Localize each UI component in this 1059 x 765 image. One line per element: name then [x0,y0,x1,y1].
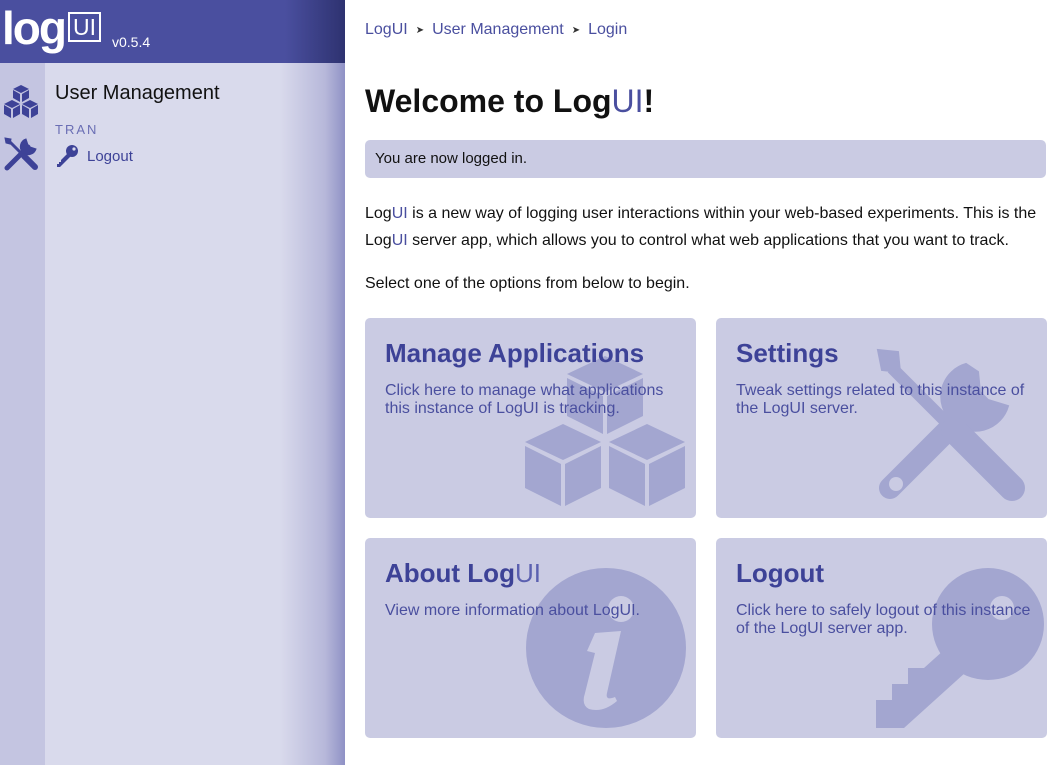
intro-log: Log [365,205,392,222]
tools-icon [876,348,1025,501]
card-description: View more information about LogUI. [385,602,640,619]
intro-ui: UI [391,232,408,249]
about-card[interactable]: About LogUI View more information about … [365,538,696,738]
sidebar: log UI v0.5.4 User Management TRAN Logou… [0,0,345,765]
intro-text: LogUI is a new way of logging user inter… [365,200,1046,254]
card-title: About LogUI [385,558,541,589]
nav-section-title: User Management [55,82,220,104]
card-title-log: About Log [385,558,515,588]
card-title: Logout [736,558,825,588]
intro-ui: UI [391,205,408,222]
key-icon [876,568,1044,728]
logo-log-text: log [2,1,67,54]
card-description: Click here to manage what applications t… [385,382,664,417]
logui-logo[interactable]: log UI [2,0,101,63]
sidebar-logout-link[interactable]: Logout [55,144,220,168]
settings-card[interactable]: Settings Tweak settings related to this … [716,318,1047,518]
cubes-icon [525,356,685,506]
card-title-ui: UI [514,558,541,588]
breadcrumb-item[interactable]: User Management [432,21,564,39]
manage-applications-card[interactable]: Manage Applications Click here to manage… [365,318,696,518]
breadcrumb: LogUI ➤ User Management ➤ Login [365,21,627,39]
nav-panel: User Management TRAN Logout [55,82,220,168]
cubes-icon[interactable] [2,83,40,121]
select-instruction: Select one of the options from below to … [365,275,690,292]
key-icon [57,145,78,167]
card-title: Settings [736,338,839,368]
icon-rail [0,63,45,765]
logout-card[interactable]: Logout Click here to safely logout of th… [716,538,1047,738]
card-description: Tweak settings related to this instance … [736,382,1025,417]
tools-icon[interactable] [2,135,40,173]
title-text: Welcome to Log [365,83,612,119]
username-label: TRAN [55,122,99,137]
title-ui-text: UI [611,83,644,119]
page-title: Welcome to LogUI! [365,83,654,120]
breadcrumb-item[interactable]: Login [588,21,627,39]
intro-log: Log [365,232,392,249]
login-alert: You are now logged in. [365,140,1046,178]
intro-sentence: is a new way of logging user interaction… [407,205,1037,222]
card-description: Click here to safely logout of this inst… [736,602,1031,637]
breadcrumb-separator-icon: ➤ [415,24,425,36]
logo-ui-text: UI [67,11,101,42]
info-icon [526,568,686,728]
title-suffix: ! [643,83,655,119]
card-title: Manage Applications [385,338,645,368]
intro-sentence: server app, which allows you to control … [407,232,1009,249]
breadcrumb-item[interactable]: LogUI [365,21,408,39]
version-label: v0.5.4 [112,34,151,50]
brand-header: log UI v0.5.4 [0,0,345,63]
breadcrumb-separator-icon: ➤ [571,24,581,36]
sidebar-logout-label: Logout [87,147,133,165]
